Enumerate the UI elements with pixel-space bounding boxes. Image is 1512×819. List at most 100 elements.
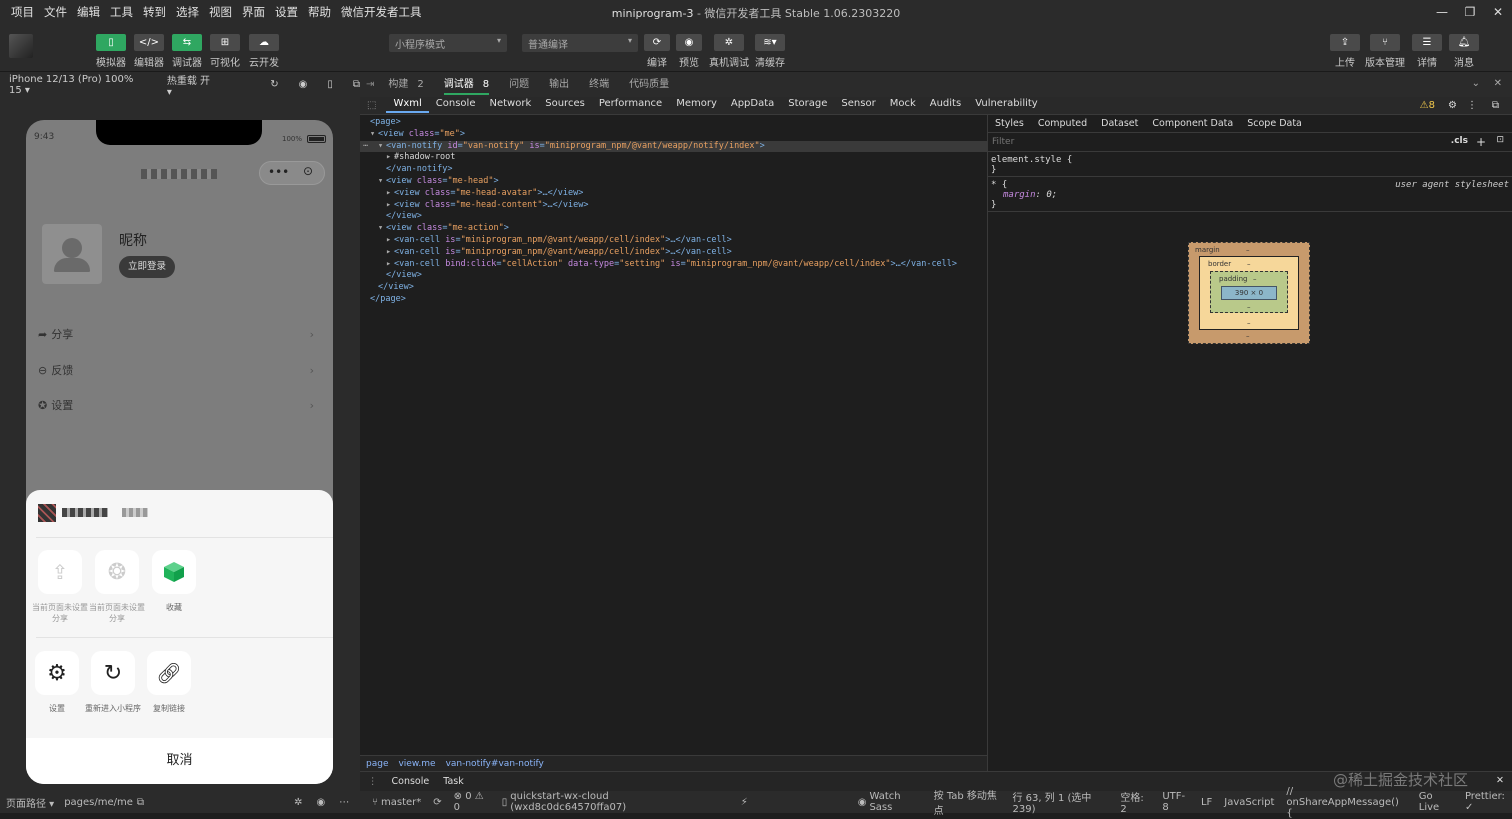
wxml-node[interactable]: ▸ #shadow-root bbox=[360, 152, 987, 164]
prettier-status[interactable]: Prettier: ✓ bbox=[1465, 791, 1512, 813]
popout-icon[interactable]: ⧉ bbox=[353, 79, 360, 90]
panel-tab[interactable]: 调试器 8 bbox=[443, 75, 490, 95]
capsule-button[interactable]: ••• ⊙ bbox=[259, 161, 325, 185]
remote-debug-button[interactable]: ✲ 真机调试 bbox=[709, 34, 749, 69]
sync-icon[interactable]: ⟳ bbox=[433, 797, 441, 808]
indent-spaces[interactable]: 空格: 2 bbox=[1120, 789, 1150, 815]
wxml-node[interactable]: </view> bbox=[360, 211, 987, 223]
panel-tab[interactable]: 构建 2 bbox=[388, 75, 423, 95]
device-icon[interactable]: ▯ bbox=[327, 79, 333, 90]
upload-button[interactable]: ⇪ 上传 bbox=[1328, 34, 1362, 69]
menu-item[interactable]: 视图 bbox=[204, 4, 237, 20]
problems-count[interactable]: ⊗ 0 ⚠ 0 bbox=[454, 791, 490, 813]
box-model-margin[interactable]: margin – – border – – padding – – 390 × … bbox=[1188, 242, 1310, 344]
more-icon[interactable]: ••• bbox=[268, 165, 289, 179]
wxml-node[interactable]: ▸ <view class="me-head-avatar">…</view> bbox=[360, 188, 987, 200]
expand-toggle[interactable]: ▾ bbox=[378, 141, 386, 153]
menu-item[interactable]: 设置 bbox=[270, 4, 303, 20]
devtools-tab[interactable]: AppData bbox=[724, 98, 781, 113]
expand-toggle[interactable]: ▾ bbox=[378, 223, 386, 235]
styles-tab[interactable]: Computed bbox=[1031, 118, 1094, 129]
wxml-node[interactable]: ▸ <view class="me-head-content">…</view> bbox=[360, 200, 987, 212]
close-panel-icon[interactable]: ✕ bbox=[1494, 78, 1502, 89]
inspect-icon[interactable]: ⬚ bbox=[360, 100, 386, 111]
bug-icon[interactable]: ✲ bbox=[294, 797, 302, 808]
expand-toggle[interactable]: ▸ bbox=[386, 235, 394, 247]
menu-feedback[interactable]: ⊖ 反馈 › bbox=[38, 355, 320, 385]
devtools-tab[interactable]: Sensor bbox=[834, 98, 882, 113]
panel-tab[interactable]: 代码质量 bbox=[629, 75, 669, 95]
box-model-border[interactable]: border – – padding – – 390 × 0 bbox=[1199, 256, 1299, 330]
record-icon[interactable]: ◉ bbox=[299, 79, 308, 90]
menu-item[interactable]: 微信开发者工具 bbox=[336, 4, 427, 20]
devtools-tab[interactable]: Vulnerability bbox=[968, 98, 1045, 113]
undock-icon[interactable]: ⧉ bbox=[1485, 100, 1506, 111]
eol[interactable]: LF bbox=[1201, 797, 1212, 808]
menu-item[interactable]: 编辑 bbox=[72, 4, 105, 20]
menu-share[interactable]: ➦ 分享 › bbox=[38, 319, 320, 349]
menu-item[interactable]: 选择 bbox=[171, 4, 204, 20]
reenter-button[interactable]: ↻ bbox=[91, 651, 135, 695]
favorite-button[interactable] bbox=[152, 550, 196, 594]
user-avatar[interactable] bbox=[9, 34, 33, 58]
chevron-down-icon[interactable]: ⌄ bbox=[1472, 78, 1480, 89]
devtools-tab[interactable]: Storage bbox=[781, 98, 834, 113]
wxml-node[interactable]: </view> bbox=[360, 282, 987, 294]
device-select[interactable]: iPhone 12/13 (Pro) 100% 15 ▾ bbox=[9, 74, 149, 96]
sidebar-toggle-icon[interactable]: ⊡ bbox=[1496, 135, 1504, 145]
expand-toggle[interactable]: ▸ bbox=[386, 259, 394, 271]
close-drawer-icon[interactable]: ✕ bbox=[1496, 775, 1504, 786]
filter-input[interactable] bbox=[992, 137, 1292, 147]
clear-cache-button[interactable]: ≋▾ 清缓存 bbox=[753, 34, 787, 69]
panel-tab[interactable]: 终端 bbox=[589, 75, 609, 95]
cloud-env[interactable]: quickstart-wx-cloud (wxd8c0dc64570ffa07) bbox=[510, 791, 708, 813]
cloud-button[interactable]: ☁ 云开发 bbox=[247, 34, 281, 69]
wxml-node[interactable]: ▸ <van-cell bind:click="cellAction" data-… bbox=[360, 259, 987, 271]
restore-icon[interactable]: ❐ bbox=[1456, 0, 1484, 24]
preview-button[interactable]: ◉ 预览 bbox=[672, 34, 706, 69]
wxml-node[interactable]: ▸ <van-cell is="miniprogram_npm/@vant/wea… bbox=[360, 247, 987, 259]
breadcrumb-item[interactable]: page bbox=[366, 759, 388, 769]
profile-avatar[interactable] bbox=[42, 224, 102, 284]
dock-icon[interactable]: ⇥ bbox=[366, 79, 374, 90]
panel-tab[interactable]: 输出 bbox=[549, 75, 569, 95]
menu-item[interactable]: 项目 bbox=[6, 4, 39, 20]
plug-icon[interactable]: ⚡︎ bbox=[741, 797, 748, 808]
styles-tab[interactable]: Styles bbox=[988, 118, 1031, 129]
menu-item[interactable]: 帮助 bbox=[303, 4, 336, 20]
wxml-node[interactable]: ▸ <van-cell is="miniprogram_npm/@vant/wea… bbox=[360, 235, 987, 247]
menu-item[interactable]: 文件 bbox=[39, 4, 72, 20]
devtools-tab[interactable]: Wxml bbox=[386, 98, 429, 113]
minimize-icon[interactable]: — bbox=[1428, 0, 1456, 24]
wxml-node[interactable]: </page> bbox=[360, 294, 987, 306]
version-button[interactable]: ⑂ 版本管理 bbox=[1365, 34, 1405, 69]
drawer-tab-task[interactable]: Task bbox=[443, 776, 464, 787]
devtools-tab[interactable]: Console bbox=[429, 98, 483, 113]
go-live[interactable]: Go Live bbox=[1419, 791, 1453, 813]
expand-toggle[interactable]: ▾ bbox=[378, 176, 386, 188]
language-mode[interactable]: JavaScript bbox=[1224, 797, 1274, 808]
warning-count[interactable]: ⚠8 bbox=[1413, 100, 1442, 111]
compile-select[interactable]: 普通编译 ▾ bbox=[522, 34, 638, 52]
expand-toggle[interactable]: ▸ bbox=[386, 200, 394, 212]
wxml-node[interactable]: <page> bbox=[360, 117, 987, 129]
rotate-icon[interactable]: ↻ bbox=[270, 79, 278, 90]
breadcrumb-item[interactable]: van-notify#van-notify bbox=[446, 759, 544, 769]
element-style-selector[interactable]: element.style { bbox=[991, 155, 1509, 165]
wxml-node[interactable]: </view> bbox=[360, 270, 987, 282]
devtools-tab[interactable]: Sources bbox=[538, 98, 592, 113]
function-breadcrumb[interactable]: // onShareAppMessage() { bbox=[1286, 786, 1406, 819]
login-button[interactable]: 立即登录 bbox=[119, 256, 176, 278]
drawer-tab-console[interactable]: Console bbox=[392, 776, 430, 787]
page-path-select[interactable]: 页面路径 ▾ bbox=[6, 795, 54, 810]
eye-icon[interactable]: ◉ bbox=[316, 797, 325, 808]
devtools-tab[interactable]: Performance bbox=[592, 98, 669, 113]
close-icon[interactable]: ✕ bbox=[1484, 0, 1512, 24]
capsule-close-icon[interactable]: ⊙ bbox=[303, 164, 313, 178]
sheet-settings-button[interactable]: ⚙ bbox=[35, 651, 79, 695]
more-icon[interactable]: ⋯ bbox=[339, 797, 349, 808]
expand-toggle[interactable]: ▸ bbox=[386, 152, 394, 164]
expand-toggle[interactable]: ▸ bbox=[386, 188, 394, 200]
devtools-tab[interactable]: Memory bbox=[669, 98, 724, 113]
wxml-node[interactable]: ⋯ ▾ <van-notify id="van-notify" is="minipr… bbox=[360, 140, 987, 153]
